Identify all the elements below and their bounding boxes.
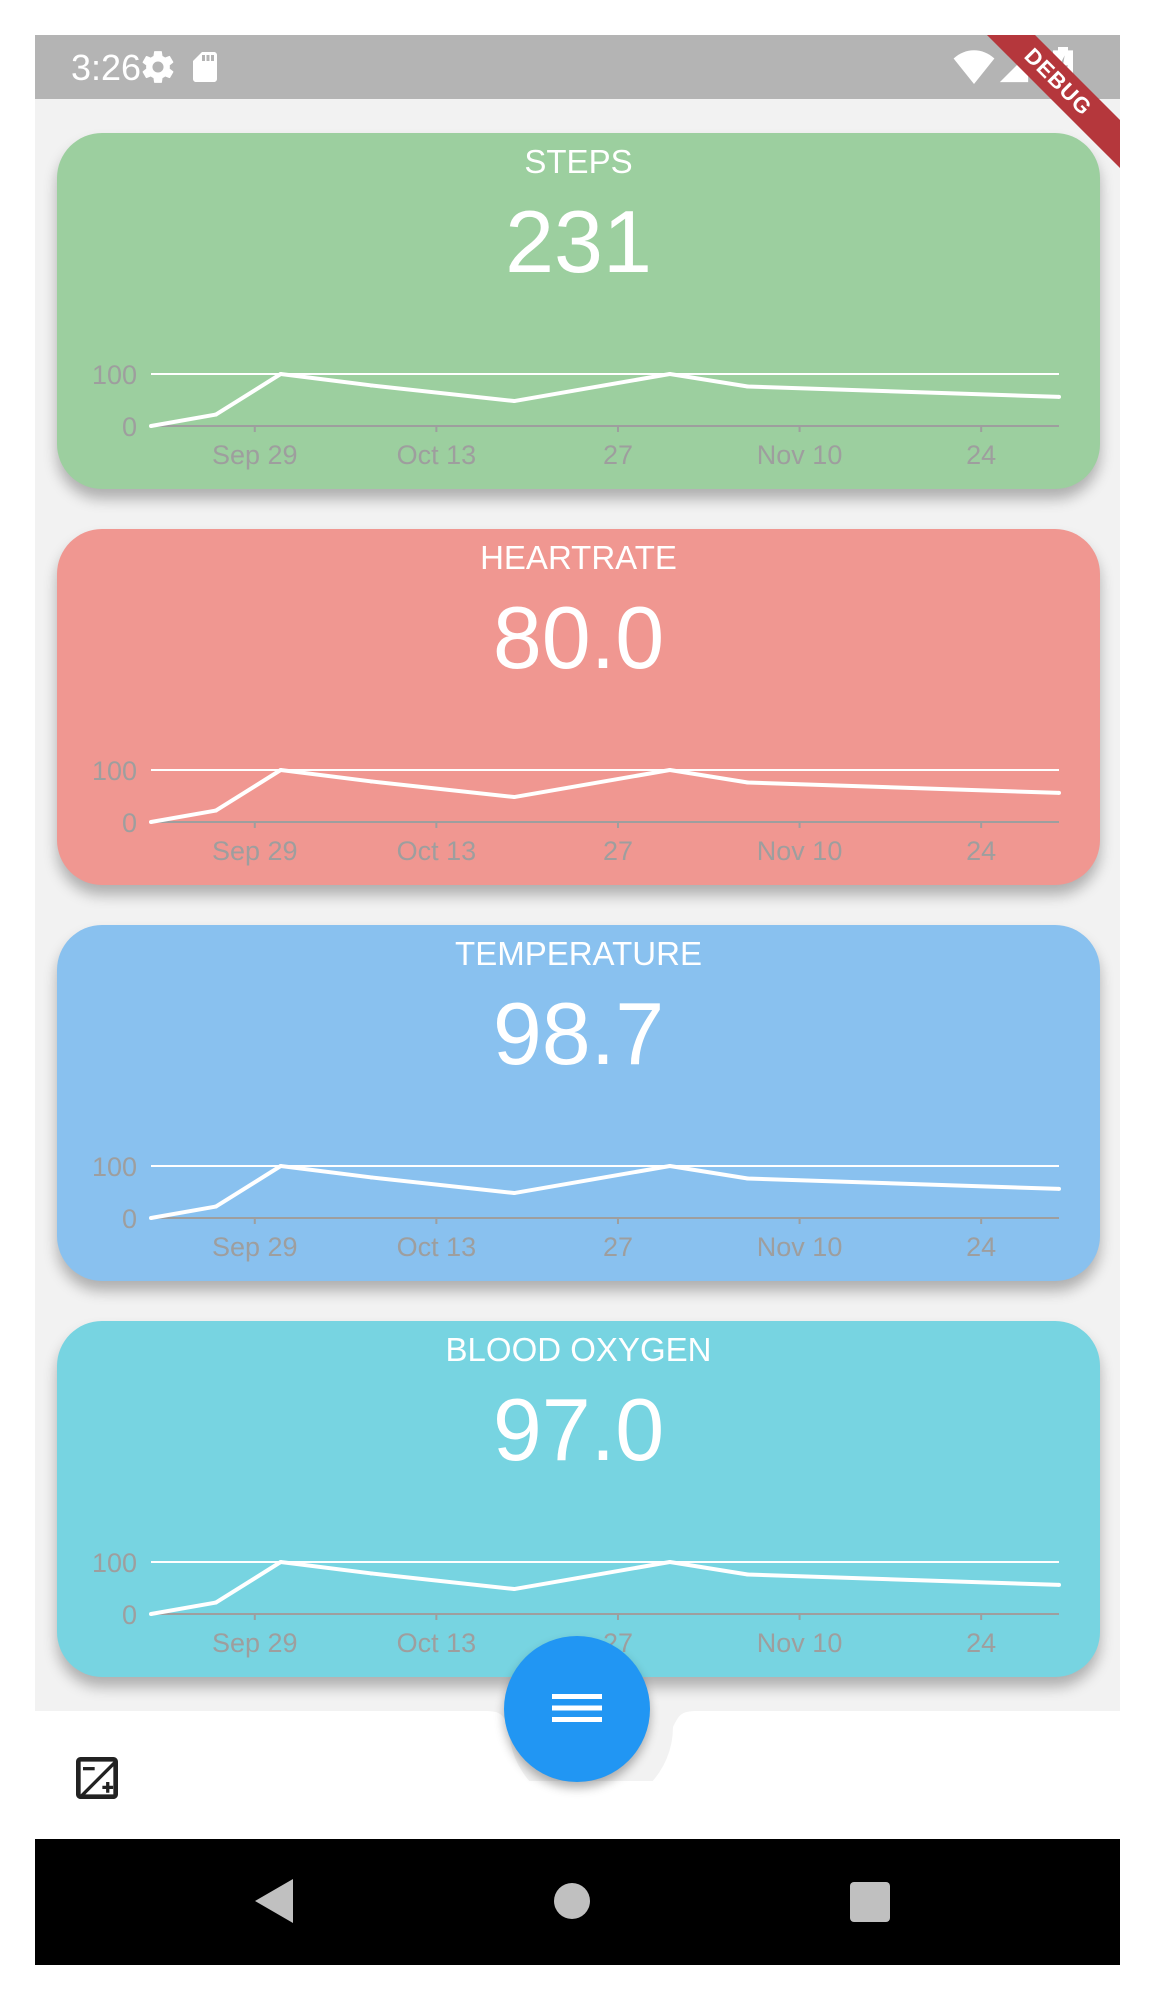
x-tick-label: Sep 29 [212, 1628, 298, 1658]
y-tick-label: 100 [92, 360, 137, 390]
data-point [278, 372, 283, 376]
card-chart: 100 0 Sep 29 Oct 13 27 Nov 10 24 [92, 756, 1061, 866]
card-heartrate[interactable]: HEARTRATE 80.0 100 0 Sep 29 Oct 13 27 Nov 10 2… [57, 529, 1100, 885]
data-point [213, 1204, 218, 1209]
card-blood-oxygen[interactable]: BLOOD OXYGEN 97.0 100 0 Sep 29 Oct 13 27 Nov … [57, 1321, 1100, 1677]
data-point [369, 383, 374, 388]
app-screen: 3:26 DEBUG STEPS 231 100 0 Sep 29 Oct 13 27 N… [35, 35, 1120, 1965]
y-tick-label: 100 [92, 1152, 137, 1182]
data-point [667, 768, 672, 772]
data-point [745, 384, 750, 389]
x-tick-label: Nov 10 [757, 1628, 843, 1658]
data-point [213, 412, 218, 417]
status-bar: 3:26 [35, 35, 1120, 99]
back-icon[interactable] [253, 1877, 295, 1925]
card-steps[interactable]: STEPS 231 100 0 Sep 29 Oct 13 27 Nov 10 24 [57, 133, 1100, 489]
menu-fab[interactable] [504, 1636, 650, 1782]
card-chart: 100 0 Sep 29 Oct 13 27 Nov 10 24 [92, 1152, 1061, 1262]
data-point [369, 779, 374, 784]
card-value: 231 [505, 192, 652, 291]
x-tick-label: 24 [966, 836, 996, 866]
data-point [149, 1612, 153, 1616]
data-point [667, 1164, 672, 1168]
status-time: 3:26 [71, 47, 142, 88]
data-point [213, 808, 218, 813]
data-point [745, 1572, 750, 1577]
data-point [512, 399, 517, 404]
card-chart: 100 0 Sep 29 Oct 13 27 Nov 10 24 [92, 360, 1061, 470]
card-title: STEPS [524, 143, 633, 180]
data-point [1057, 790, 1061, 795]
exposure-button[interactable] [69, 1750, 125, 1806]
data-point [1057, 1186, 1061, 1191]
exposure-icon [76, 1757, 118, 1799]
data-point [1057, 394, 1061, 399]
menu-icon [552, 1694, 602, 1722]
data-point [512, 1587, 517, 1592]
y-tick-label: 100 [92, 756, 137, 786]
card-value: 97.0 [492, 1380, 665, 1479]
wifi-icon [953, 50, 995, 84]
data-point [149, 424, 153, 428]
series-line [150, 1560, 1060, 1616]
card-value: 98.7 [492, 984, 665, 1083]
data-point [512, 1191, 517, 1196]
x-tick-label: Nov 10 [757, 440, 843, 470]
data-point [149, 820, 153, 824]
card-title: TEMPERATURE [455, 935, 702, 972]
system-nav-bar [35, 1839, 1120, 1965]
y-tick-label: 0 [122, 1600, 137, 1630]
recents-icon[interactable] [850, 1882, 890, 1922]
series-line [150, 1164, 1060, 1220]
y-tick-label: 0 [122, 412, 137, 442]
x-tick-label: Sep 29 [212, 836, 298, 866]
home-icon[interactable] [553, 1882, 591, 1920]
y-tick-label: 0 [122, 1204, 137, 1234]
data-point [745, 780, 750, 785]
card-title: HEARTRATE [480, 539, 677, 576]
x-tick-label: Oct 13 [397, 440, 477, 470]
data-point [278, 768, 283, 772]
data-point [1057, 1582, 1061, 1587]
x-tick-label: Oct 13 [397, 1628, 477, 1658]
data-point [278, 1164, 283, 1168]
data-point [149, 1216, 153, 1220]
x-tick-label: Sep 29 [212, 1232, 298, 1262]
series-line [150, 768, 1060, 824]
data-point [745, 1176, 750, 1181]
settings-icon [142, 51, 174, 83]
x-tick-label: 24 [966, 1628, 996, 1658]
x-tick-label: 27 [603, 836, 633, 866]
x-tick-label: Oct 13 [397, 1232, 477, 1262]
y-tick-label: 100 [92, 1548, 137, 1578]
series-line [150, 372, 1060, 428]
y-tick-label: 0 [122, 808, 137, 838]
data-point [667, 1560, 672, 1564]
cards-list: STEPS 231 100 0 Sep 29 Oct 13 27 Nov 10 24 HEA… [35, 99, 1120, 1747]
card-title: BLOOD OXYGEN [445, 1331, 712, 1368]
sd-card-icon [193, 52, 217, 82]
data-point [512, 795, 517, 800]
card-value: 80.0 [492, 588, 665, 687]
data-point [369, 1571, 374, 1576]
x-tick-label: Oct 13 [397, 836, 477, 866]
data-point [213, 1600, 218, 1605]
data-point [369, 1175, 374, 1180]
x-tick-label: 27 [603, 440, 633, 470]
x-tick-label: 27 [603, 1232, 633, 1262]
x-tick-label: Nov 10 [757, 836, 843, 866]
card-temperature[interactable]: TEMPERATURE 98.7 100 0 Sep 29 Oct 13 27 Nov 1… [57, 925, 1100, 1281]
x-tick-label: 24 [966, 1232, 996, 1262]
x-tick-label: 24 [966, 440, 996, 470]
x-tick-label: Sep 29 [212, 440, 298, 470]
data-point [278, 1560, 283, 1564]
data-point [667, 372, 672, 376]
x-tick-label: Nov 10 [757, 1232, 843, 1262]
